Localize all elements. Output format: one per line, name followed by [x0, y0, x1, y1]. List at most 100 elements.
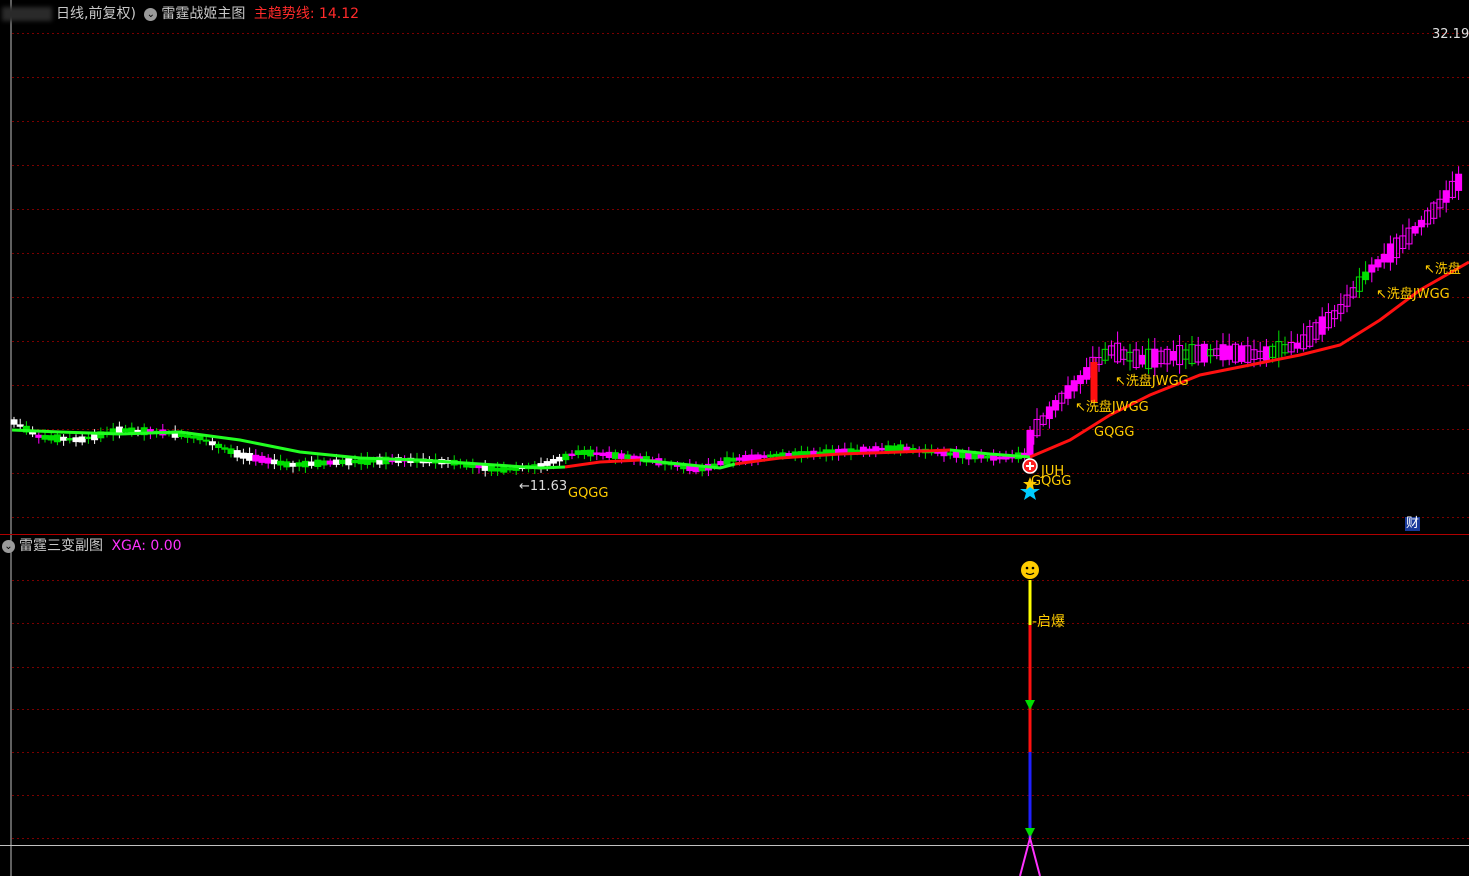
candle-body [890, 445, 898, 452]
candle-body [326, 460, 334, 465]
candle-body [605, 451, 613, 458]
candle-body [60, 436, 68, 441]
candle-body [1225, 345, 1233, 360]
candle-body [308, 461, 316, 466]
candle-body [233, 450, 241, 458]
candle-body [295, 462, 303, 467]
candle-body [332, 459, 340, 465]
sub-indicator-name[interactable]: 雷霆三变副图 [19, 538, 103, 554]
candle-body [1293, 342, 1301, 349]
candle-body [587, 449, 595, 457]
candle-body [983, 455, 991, 459]
candle-body [977, 454, 985, 459]
candle-body [996, 456, 1004, 460]
candle-body [853, 449, 861, 453]
gqgg-label: GQGG [568, 486, 609, 501]
candle-body [122, 428, 130, 433]
candle-body [580, 449, 588, 455]
candle-body [946, 452, 954, 456]
candle-body [227, 448, 235, 454]
candle-body [729, 457, 737, 462]
wash-plate-label: ↖洗盘JWGG [1376, 287, 1450, 302]
period-label: 日线,前复权) [56, 6, 136, 22]
candle-body [593, 452, 601, 455]
down-arrow-icon [1025, 700, 1035, 710]
candle-body [239, 452, 247, 459]
candle-body [618, 453, 626, 459]
candle-body [1219, 344, 1227, 361]
trend-line-value: 主趋势线: 14.12 [253, 6, 360, 22]
candle-body [506, 467, 514, 471]
indicator-dropdown-icon[interactable]: ⌄ [2, 539, 15, 553]
candle-body [785, 453, 793, 457]
candle-body [1064, 385, 1072, 399]
candle-body [320, 460, 328, 466]
candle-body [134, 429, 142, 432]
wash-plate-label: ↖洗盘 [1424, 262, 1461, 277]
candle-body [487, 465, 495, 472]
candle-body [630, 455, 638, 460]
candle-body [549, 459, 557, 464]
candle-body [1411, 226, 1419, 234]
candle-body [1455, 173, 1463, 191]
finance-badge[interactable]: 财 [1405, 517, 1421, 531]
ignite-signal-label: -启爆 [1032, 614, 1066, 630]
low-price-marker: ←11.63 [519, 479, 568, 494]
candlestick-chart[interactable] [0, 0, 1469, 876]
candle-body [878, 447, 886, 451]
smiley-icon [1021, 561, 1039, 579]
candle-body [1380, 253, 1388, 263]
candle-body [568, 453, 576, 457]
candle-body [1052, 400, 1060, 411]
candle-body [41, 435, 49, 440]
candle-body [66, 437, 74, 441]
candle-body [208, 441, 216, 446]
candle-body [314, 459, 322, 468]
candle-body [264, 457, 272, 464]
candle-body [221, 447, 229, 450]
candle-body [599, 452, 607, 456]
candle-body [500, 466, 508, 473]
candle-body [339, 459, 347, 465]
candle-body [1151, 348, 1159, 368]
candle-body [35, 434, 43, 438]
candle-body [184, 434, 192, 438]
candle-body [215, 443, 223, 448]
candle-body [543, 461, 551, 466]
candle-body [10, 419, 18, 425]
candle-body [611, 452, 619, 459]
candle-body [1368, 264, 1376, 273]
candle-body [1169, 351, 1177, 361]
price-axis-high: 32.19 [1432, 27, 1469, 42]
candle-body [1083, 367, 1091, 380]
main-indicator-name[interactable]: 雷霆战姬主图 [161, 6, 245, 22]
candle-body [1238, 345, 1246, 362]
candle-body [345, 458, 353, 466]
candle-body [556, 456, 564, 462]
candle-body [723, 457, 731, 465]
indicator-dropdown-icon[interactable]: ⌄ [144, 7, 158, 21]
candle-body [1362, 271, 1370, 281]
candle-body [773, 453, 781, 457]
candle-body [16, 424, 24, 427]
gqgg-label: GQGG [1031, 474, 1072, 489]
candle-body [47, 435, 55, 441]
candle-body [351, 459, 359, 464]
candle-body [277, 460, 285, 466]
candle-body [1442, 190, 1450, 203]
candle-body [1045, 406, 1053, 420]
gqgg-label: GQGG [1094, 425, 1135, 440]
xga-spike [1019, 834, 1041, 876]
candle-body [1076, 375, 1084, 385]
smiley-eye [1025, 566, 1029, 570]
candle-body [190, 435, 198, 439]
wash-plate-label: ↖洗盘JWGG [1115, 374, 1189, 389]
candle-body [1262, 346, 1270, 361]
candle-body [1026, 430, 1034, 456]
candle-body [735, 457, 743, 461]
candle-body [1090, 362, 1098, 402]
trend-line-up [564, 458, 641, 469]
candle-body [1374, 259, 1382, 268]
candle-body [78, 436, 86, 443]
candle-body [84, 436, 92, 440]
